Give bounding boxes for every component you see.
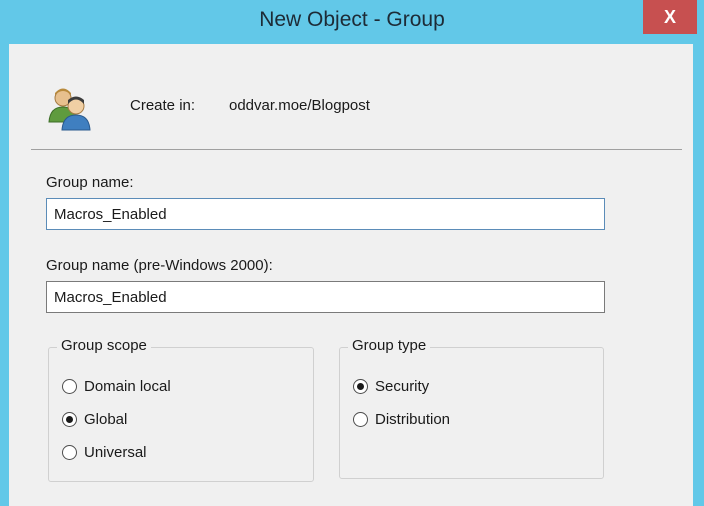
window-title: New Object - Group (259, 8, 445, 31)
group-name-label: Group name: (46, 174, 134, 191)
radio-universal-label: Universal (84, 444, 147, 461)
radio-security-indicator[interactable] (353, 379, 368, 394)
group-name-input[interactable] (46, 198, 605, 230)
create-in-path: oddvar.moe/Blogpost (229, 97, 370, 114)
radio-universal[interactable]: Universal (62, 444, 147, 461)
radio-domain-local[interactable]: Domain local (62, 378, 171, 395)
radio-distribution-label: Distribution (375, 411, 451, 428)
radio-security-label: Security (375, 378, 430, 395)
group-scope-title: Group scope (57, 337, 151, 354)
create-in-label: Create in: (130, 97, 196, 114)
dialog-body: Create in: oddvar.moe/Blogpost Group nam… (9, 44, 693, 506)
radio-global-indicator[interactable] (62, 412, 77, 427)
group-type-title: Group type (348, 337, 431, 354)
radio-distribution-indicator[interactable] (353, 412, 368, 427)
radio-security[interactable]: Security (353, 378, 429, 395)
close-button[interactable]: X (643, 0, 697, 34)
group-users-icon (46, 86, 98, 132)
radio-domain-local-indicator[interactable] (62, 379, 77, 394)
radio-global-label: Global (84, 411, 128, 428)
radio-distribution[interactable]: Distribution (353, 411, 450, 428)
radio-global[interactable]: Global (62, 411, 127, 428)
separator (31, 149, 682, 150)
title-bar: New Object - Group X (0, 0, 704, 44)
radio-universal-indicator[interactable] (62, 445, 77, 460)
group-name-pre2000-label: Group name (pre-Windows 2000): (46, 257, 273, 274)
group-scope-box: Group scope Domain local Global Universa… (48, 337, 314, 482)
radio-domain-local-label: Domain local (84, 378, 171, 395)
group-name-pre2000-input[interactable] (46, 281, 605, 313)
group-type-box: Group type Security Distribution (339, 337, 604, 479)
close-icon: X (663, 6, 676, 27)
